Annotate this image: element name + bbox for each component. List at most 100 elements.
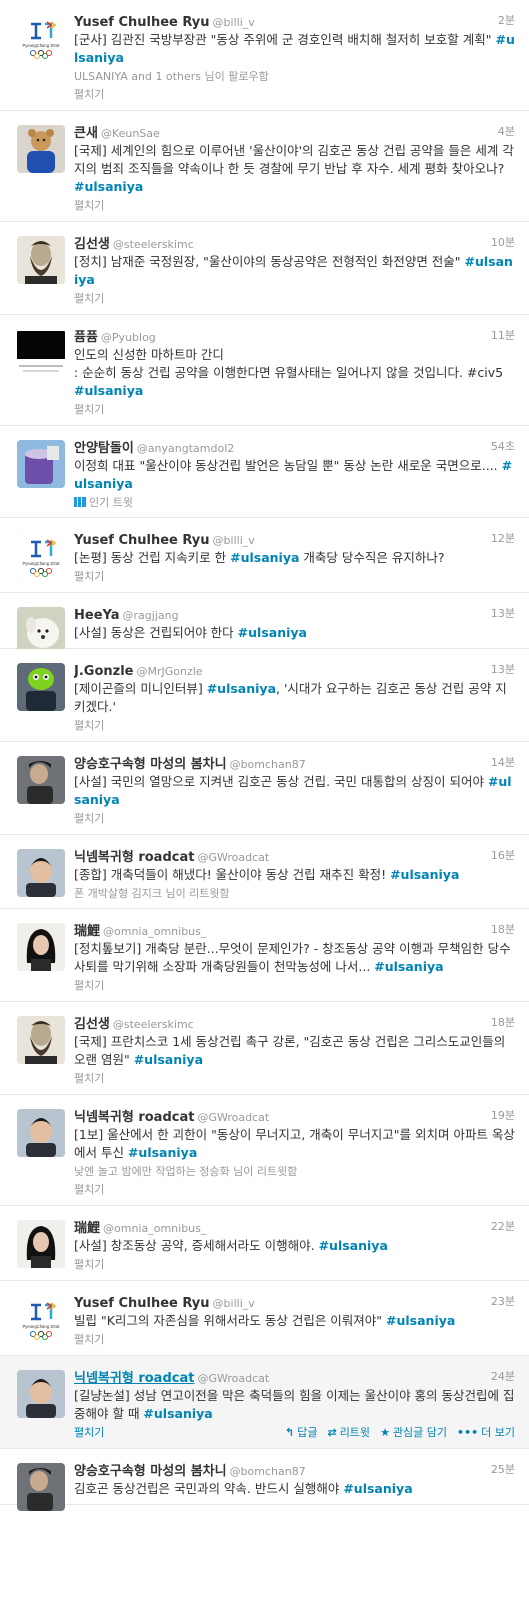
tweet-timestamp[interactable]: 12분 [491,530,515,546]
more-button[interactable]: ••• 더 보기 [457,1426,515,1439]
user-name[interactable]: 닉넴복귀형 roadcat [74,1371,194,1386]
tweet-timestamp[interactable]: 23분 [491,1293,515,1309]
tweet-item[interactable]: PyeongChang 2018 Yusef Chulhee Ryu @billi… [0,518,529,593]
tweet-item[interactable]: 퓸퓸 @Pyublog 11분 인도의 신성한 마하트마 간디: 순순히 동상 건… [0,315,529,426]
user-name[interactable]: 퓸퓸 [74,330,98,345]
user-name[interactable]: 안양탐돌이 [74,441,134,456]
tweet-item[interactable]: 닉넴복귀형 roadcat @GWroadcat 19분 [1보] 울산에서 한 … [0,1095,529,1206]
black-banner-avatar[interactable] [17,329,65,377]
pyeongchang-logo-avatar[interactable]: PyeongChang 2018 [17,1295,65,1343]
tweet-timestamp[interactable]: 10분 [491,234,515,250]
user-name[interactable]: 양승호구속형 마성의 봄차니 [74,757,227,772]
purple-cup-avatar[interactable] [17,440,65,488]
user-name[interactable]: J.Gonzle [74,664,133,679]
tweet-item[interactable]: HeeYa @ragjjang 13분 [사설] 동상은 건립되어야 한다 #ul… [0,593,529,655]
tweet-context[interactable]: 낮엔 놀고 밤에만 작업하는 정승화 님이 리트윗함 [74,1164,515,1180]
tweet-timestamp[interactable]: 25분 [491,1461,515,1477]
tweet-timestamp[interactable]: 54초 [491,438,515,454]
hashtag-link[interactable]: #ulsaniya [343,1481,412,1496]
expand-link[interactable]: 펼치기 [74,1331,515,1349]
blue-teddy-bear-avatar[interactable] [17,125,65,173]
hashtag-link[interactable]: #ulsaniya [390,867,459,882]
hashtag-link[interactable]: #ulsaniya [374,959,443,974]
user-name[interactable]: 닉넴복귀형 roadcat [74,1110,194,1125]
expand-link[interactable]: 펼치기 [74,1181,515,1199]
hashtag-link[interactable]: #ulsaniya [143,1406,212,1421]
user-name[interactable]: Yusef Chulhee Ryu [74,533,210,548]
dark-portrait-avatar[interactable] [17,1463,65,1511]
hashtag-link[interactable]: #ulsaniya [230,550,299,565]
expand-link[interactable]: 펼치기 [74,810,515,828]
hashtag-link[interactable]: #ulsaniya [74,383,143,398]
user-name[interactable]: 양승호구속형 마성의 봄차니 [74,1464,227,1479]
tweet-timestamp[interactable]: 18분 [491,1014,515,1030]
tweet-item[interactable]: 안양탐돌이 @anyangtamdol2 54초 이정희 대표 "울산이야 동상건… [0,426,529,518]
tweet-item[interactable]: 瑞鯉 @omnia_omnibus_ 18분 [정치톺보기] 개축당 분란...무… [0,909,529,1002]
tweet-item[interactable]: J.Gonzle @MrJGonzle 13분 [제이곤즐의 미니인터뷰] #ul… [0,649,529,742]
user-name[interactable]: Yusef Chulhee Ryu [74,15,210,30]
boy-photo-avatar[interactable] [17,849,65,897]
tweet-item[interactable]: 큰새 @KeunSae 4분 [국제] 세계인의 힘으로 이루어낸 '울산이야'의… [0,111,529,222]
boy-photo-avatar[interactable] [17,1109,65,1157]
expand-link[interactable]: 펼치기 [74,401,515,419]
tweet-timestamp[interactable]: 22분 [491,1218,515,1234]
user-name[interactable]: 김선생 [74,237,110,252]
tweet-item[interactable]: 양승호구속형 마성의 봄차니 @bomchan87 14분 [사설] 국민의 열망… [0,742,529,835]
expand-link[interactable]: 펼치기 [74,717,515,735]
tweet-timestamp[interactable]: 4분 [498,123,515,139]
hashtag-link[interactable]: #ulsaniya [128,1145,197,1160]
tweet-context[interactable]: ULSANIYA and 1 others 님이 팔로우함 [74,69,515,85]
dark-portrait-avatar[interactable] [17,756,65,804]
user-name[interactable]: 瑞鯉 [74,1221,100,1236]
favorite-button[interactable]: ★ 관심글 담기 [380,1426,447,1439]
tweet-context[interactable]: 폰 개박살형 김지크 님이 리트윗함 [74,886,515,902]
pyeongchang-logo-avatar[interactable]: PyeongChang 2018 [17,532,65,580]
tweet-timestamp[interactable]: 19분 [491,1107,515,1123]
user-name[interactable]: 큰새 [74,126,98,141]
green-creature-avatar[interactable] [17,663,65,711]
girl-portrait-avatar[interactable] [17,923,65,971]
expand-link[interactable]: 펼치기 [74,568,515,586]
user-name[interactable]: 瑞鯉 [74,924,100,939]
user-name[interactable]: HeeYa [74,608,120,623]
tweet-timestamp[interactable]: 24분 [491,1368,515,1384]
tweet-timestamp[interactable]: 13분 [491,605,515,621]
boy-photo-avatar[interactable] [17,1370,65,1418]
expand-link[interactable]: 펼치기 [74,1070,515,1088]
user-name[interactable]: 김선생 [74,1017,110,1032]
white-puppy-avatar[interactable] [17,607,65,655]
expand-link[interactable]: 펼치기 [74,197,515,215]
tweet-timestamp[interactable]: 2분 [498,12,515,28]
user-name[interactable]: Yusef Chulhee Ryu [74,1296,210,1311]
tweet-item[interactable]: 닉넴복귀형 roadcat @GWroadcat 16분 [종합] 개축덕들이 해… [0,835,529,909]
hashtag-link[interactable]: #ulsaniya [319,1238,388,1253]
hashtag-link[interactable]: #ulsaniya [74,179,143,194]
tweet-timestamp[interactable]: 14분 [491,754,515,770]
hashtag-link[interactable]: #ulsaniya [386,1313,455,1328]
pyeongchang-logo-avatar[interactable]: PyeongChang 2018 [17,14,65,62]
hashtag-link[interactable]: #ulsaniya [207,681,276,696]
tweet-timestamp[interactable]: 18분 [491,921,515,937]
hashtag-link[interactable]: #ulsaniya [238,625,307,640]
bearded-man-portrait-avatar[interactable] [17,236,65,284]
reply-button[interactable]: ↰ 답글 [285,1426,317,1439]
tweet-timestamp[interactable]: 11분 [491,327,515,343]
tweet-item[interactable]: PyeongChang 2018 Yusef Chulhee Ryu @billi… [0,0,529,111]
user-name[interactable]: 닉넴복귀형 roadcat [74,850,194,865]
tweet-item[interactable]: 양승호구속형 마성의 봄차니 @bomchan87 25분 김호곤 동상건립은 국… [0,1449,529,1511]
tweet-item[interactable]: PyeongChang 2018 Yusef Chulhee Ryu @billi… [0,1281,529,1356]
tweet-item[interactable]: 김선생 @steelerskimc 10분 [정치] 남재준 국정원장, "울산이… [0,222,529,315]
expand-link[interactable]: 펼치기 [74,86,515,104]
tweet-timestamp[interactable]: 16분 [491,847,515,863]
expand-link[interactable]: 펼치기 [74,290,515,308]
tweet-timestamp[interactable]: 13분 [491,661,515,677]
tweet-item[interactable]: 닉넴복귀형 roadcat @GWroadcat 24분 [길냥논설] 성남 연고… [0,1356,529,1449]
hashtag-link[interactable]: #ulsaniya [134,1052,203,1067]
retweet-button[interactable]: ⇄ 리트윗 [327,1426,370,1439]
expand-link[interactable]: 펼치기 [74,977,515,995]
tweet-item[interactable]: 瑞鯉 @omnia_omnibus_ 22분 [사설] 창조동상 공약, 증세해서… [0,1206,529,1281]
bearded-man-portrait-avatar[interactable] [17,1016,65,1064]
tweet-item[interactable]: 김선생 @steelerskimc 18분 [국제] 프란치스코 1세 동상건립 … [0,1002,529,1095]
girl-portrait-avatar[interactable] [17,1220,65,1268]
expand-link[interactable]: 펼치기 [74,1256,515,1274]
